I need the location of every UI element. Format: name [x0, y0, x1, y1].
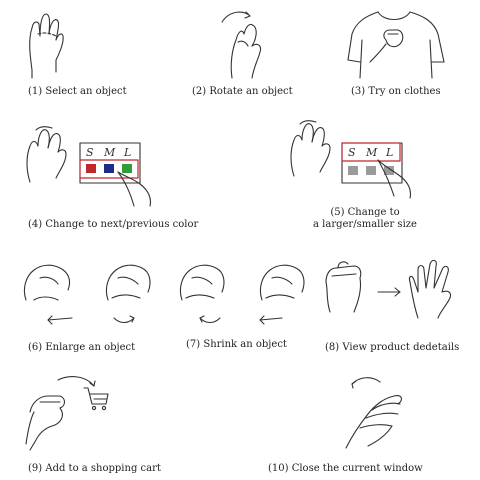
curved-arrow-icon	[351, 377, 381, 389]
swiping-hand-icon	[345, 395, 403, 449]
caption-close-window: (10) Close the current window	[268, 463, 423, 474]
close-window-illustration	[345, 377, 403, 449]
